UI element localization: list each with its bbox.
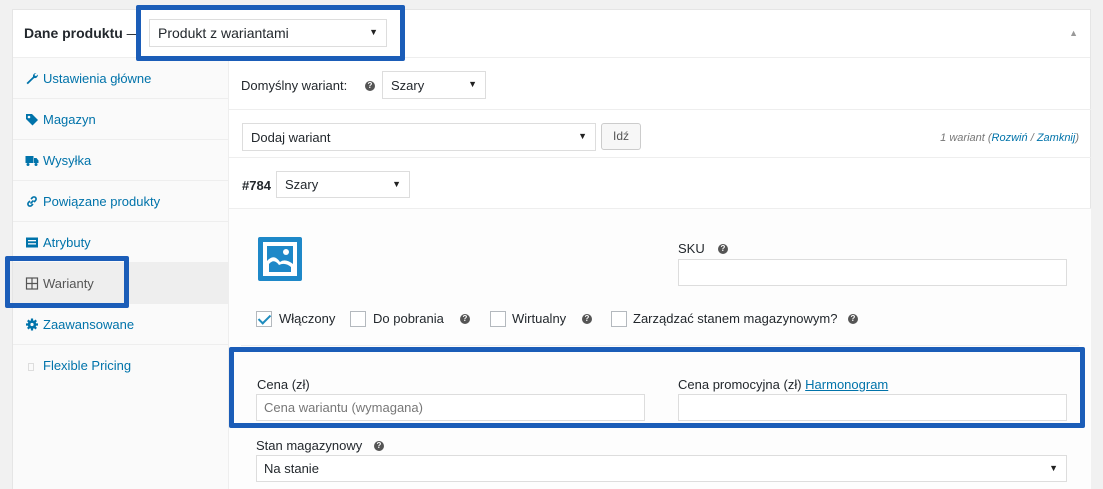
product-type-highlight [136, 5, 405, 61]
product-data-title: Dane produktu — [24, 25, 141, 41]
price-fields-highlight [229, 347, 1085, 428]
chevron-down-icon: ▼ [468, 79, 477, 89]
chevron-down-icon: ▼ [392, 179, 401, 189]
stock-status-select[interactable]: Na stanie ▼ [256, 455, 1067, 482]
sidebar-item-linked-products[interactable]: Powiązane produkty [13, 181, 228, 222]
collapse-link[interactable]: Zamknij [1037, 132, 1076, 144]
sidebar-item-general[interactable]: Ustawienia główne [13, 58, 228, 99]
checkbox[interactable] [490, 311, 506, 327]
checkbox-checked[interactable] [256, 311, 272, 327]
variant-count: 1 wariant (Rozwiń / Zamknij) [940, 132, 1079, 144]
triangle-up-icon[interactable]: ▲ [1069, 28, 1078, 38]
add-variant-row: Dodaj wariant ▼ Idź 1 wariant (Rozwiń / … [229, 110, 1091, 158]
expand-link[interactable]: Rozwiń [992, 132, 1028, 144]
default-variant-row: Domyślny wariant: ? Szary ▼ [229, 58, 1091, 110]
go-button[interactable]: Idź [601, 123, 641, 150]
help-icon[interactable]: ? [582, 314, 592, 324]
chevron-down-icon: ▼ [578, 131, 587, 141]
image-placeholder-icon[interactable] [258, 237, 302, 281]
help-icon[interactable]: ? [848, 314, 858, 324]
tag-icon [25, 113, 39, 126]
variant-attribute-select[interactable]: Szary ▼ [276, 171, 410, 198]
help-icon[interactable]: ? [374, 441, 384, 451]
variations-tab-highlight [5, 256, 129, 308]
gear-icon [25, 318, 39, 331]
sidebar-item-advanced[interactable]: Zaawansowane [13, 304, 228, 345]
default-variant-label: Domyślny wariant: [241, 78, 348, 93]
chevron-down-icon: ▼ [1049, 463, 1058, 473]
sku-label: SKU [678, 241, 705, 256]
help-icon[interactable]: ? [365, 81, 375, 91]
sidebar-item-shipping[interactable]: Wysyłka [13, 140, 228, 181]
stock-status-label: Stan magazynowy [256, 438, 363, 453]
list-icon [25, 236, 39, 249]
sidebar-item-inventory[interactable]: Magazyn [13, 99, 228, 140]
help-icon[interactable]: ? [718, 244, 728, 254]
checkbox[interactable] [350, 311, 366, 327]
sku-input[interactable] [678, 259, 1067, 286]
wrench-icon [25, 72, 39, 85]
default-variant-select[interactable]: Szary ▼ [382, 71, 486, 99]
add-variant-select[interactable]: Dodaj wariant ▼ [242, 123, 596, 151]
divider [241, 345, 1079, 346]
help-icon[interactable]: ? [460, 314, 470, 324]
variant-header[interactable]: #784 Szary ▼ [229, 158, 1091, 209]
box-icon [28, 363, 34, 371]
sidebar-item-flexible-pricing[interactable]: Flexible Pricing [13, 345, 228, 386]
link-icon [25, 195, 39, 208]
truck-icon [25, 154, 39, 167]
checkbox[interactable] [611, 311, 627, 327]
variant-id: #784 [242, 178, 271, 193]
